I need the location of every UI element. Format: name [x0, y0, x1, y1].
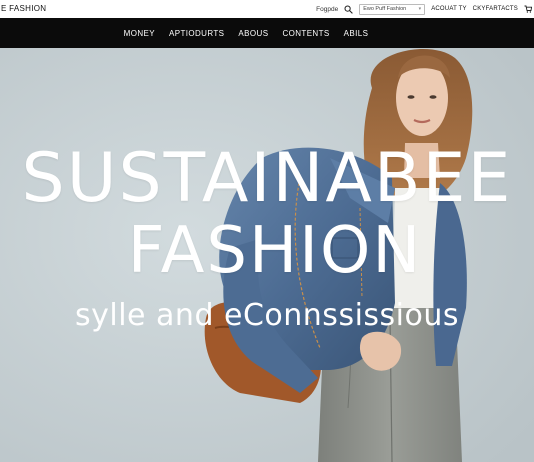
account-link[interactable]: ACOUAT TY [431, 6, 466, 12]
nav-item-products[interactable]: APTIODURTS [169, 29, 224, 38]
search-icon[interactable] [344, 5, 353, 14]
cart-icon[interactable] [524, 5, 533, 13]
search-input[interactable]: Ewo Puff Fashion ▾ [359, 3, 426, 15]
nav-item-abils[interactable]: ABILS [344, 29, 369, 38]
hero-banner: SUSTAINABEE FASHION sylle and eConnssiss… [0, 48, 534, 462]
main-nav: MONEY APTIODURTS ABOUS CONTENTS ABILS [0, 18, 534, 48]
top-utility-bar: E FASHION Fogpde Ewo Puff Fashion ▾ ACOU… [0, 0, 534, 18]
nav-item-money[interactable]: MONEY [124, 29, 155, 38]
chevron-down-icon: ▾ [418, 6, 422, 12]
hero-title-line2: FASHION [127, 214, 423, 288]
topbar-actions: Fogpde Ewo Puff Fashion ▾ ACOUAT TY CKYF… [316, 0, 533, 18]
nav-item-contents[interactable]: CONTENTS [282, 29, 329, 38]
nav-item-about[interactable]: ABOUS [238, 29, 268, 38]
search-label: Fogpde [316, 5, 339, 13]
brand-logo[interactable]: E FASHION [1, 4, 46, 13]
hero-title-line1: SUSTAINABEE [21, 139, 513, 218]
search-placeholder: Ewo Puff Fashion [363, 6, 407, 12]
contacts-link[interactable]: CKYFARTACTS [473, 6, 518, 12]
hero-subtitle: sylle and eConnssissious [75, 298, 459, 333]
